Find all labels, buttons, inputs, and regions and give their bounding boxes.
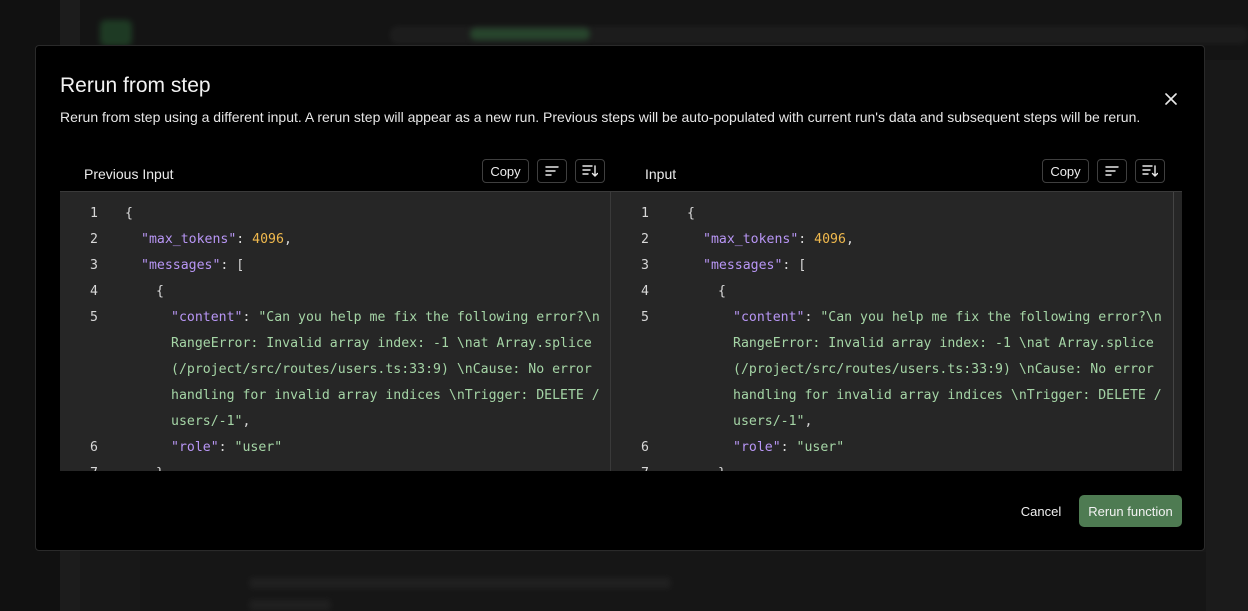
- code-line: 2 "max_tokens": 4096,: [60, 227, 610, 253]
- code-line: 4 {: [60, 279, 610, 305]
- line-number: 2: [90, 232, 98, 247]
- dialog-description: Rerun from step using a different input.…: [60, 109, 1141, 125]
- json-key: "messages": [703, 258, 783, 273]
- line-number: 6: [90, 440, 98, 455]
- input-format-button[interactable]: [1135, 159, 1165, 183]
- line-number: 4: [641, 284, 649, 299]
- json-key: "role": [171, 440, 219, 455]
- input-copy-button[interactable]: Copy: [1042, 159, 1089, 183]
- code-line-wrap: users/-1",: [733, 414, 813, 429]
- close-icon: [1165, 93, 1177, 105]
- line-number: 1: [90, 206, 98, 221]
- code-line: 3 "messages": [: [611, 253, 1182, 279]
- code-line: 2 "max_tokens": 4096,: [611, 227, 1182, 253]
- json-string: users/-1": [733, 414, 805, 429]
- brace: {: [125, 206, 133, 221]
- sort-down-icon: [582, 165, 598, 177]
- json-number: 4096: [814, 232, 846, 247]
- close-button[interactable]: [1160, 88, 1182, 110]
- json-key: "max_tokens": [703, 232, 799, 247]
- json-string: "Can you help me fix the following error…: [820, 310, 1162, 325]
- json-number: 4096: [252, 232, 284, 247]
- line-number: 5: [90, 310, 98, 325]
- code-line-wrap: (/project/src/routes/users.ts:33:9) \nCa…: [611, 357, 1182, 383]
- line-number: 7: [60, 461, 98, 471]
- line-number: 5: [641, 310, 649, 325]
- json-string: handling for invalid array indices \nTri…: [733, 388, 1162, 403]
- json-string: (/project/src/routes/users.ts:33:9) \nCa…: [733, 362, 1154, 377]
- previous-input-title: Previous Input: [84, 166, 174, 182]
- code-line: 5 "content": "Can you help me fix the fo…: [611, 305, 1182, 331]
- line-number: 3: [90, 258, 98, 273]
- line-number: 4: [90, 284, 98, 299]
- previous-wrap-button[interactable]: [537, 159, 567, 183]
- json-key: "max_tokens": [141, 232, 237, 247]
- input-header: Input: [645, 157, 676, 191]
- sort-down-icon: [1142, 165, 1158, 177]
- previous-format-button[interactable]: [575, 159, 605, 183]
- code-line-wrap: handling for invalid array indices \nTri…: [60, 383, 610, 409]
- json-string: RangeError: Invalid array index: -1 \nat…: [171, 336, 592, 351]
- input-editor[interactable]: 1 { 2 "max_tokens": 4096, 3 "messages": …: [611, 191, 1182, 471]
- code-line: 7 }: [60, 461, 610, 471]
- line-number: 7: [611, 461, 649, 471]
- line-number: 3: [641, 258, 649, 273]
- code-line-wrap: handling for invalid array indices \nTri…: [611, 383, 1182, 409]
- dialog-title: Rerun from step: [60, 74, 211, 97]
- json-key: "role": [733, 440, 781, 455]
- previous-input-header: Previous Input: [84, 157, 174, 191]
- code-line: 1 {: [611, 201, 1182, 227]
- json-string: RangeError: Invalid array index: -1 \nat…: [733, 336, 1154, 351]
- line-number: 1: [641, 206, 649, 221]
- code-line: 7 }: [611, 461, 1182, 471]
- json-key: "messages": [141, 258, 221, 273]
- previous-input-editor[interactable]: 1 { 2 "max_tokens": 4096, 3 "messages": …: [60, 191, 611, 471]
- wrap-lines-icon: [545, 166, 559, 176]
- line-number: 6: [641, 440, 649, 455]
- code-line-wrap: RangeError: Invalid array index: -1 \nat…: [60, 331, 610, 357]
- json-string: users/-1": [171, 414, 243, 429]
- json-string: "user": [234, 440, 283, 455]
- code-line-wrap: (/project/src/routes/users.ts:33:9) \nCa…: [60, 357, 610, 383]
- code-line: 5 "content": "Can you help me fix the fo…: [60, 305, 610, 331]
- rerun-from-step-dialog: Rerun from step Rerun from step using a …: [35, 45, 1205, 551]
- code-line: 1 {: [60, 201, 610, 227]
- json-key: "content": [171, 310, 243, 325]
- json-string: "Can you help me fix the following error…: [258, 310, 600, 325]
- rerun-function-button[interactable]: Rerun function: [1079, 495, 1182, 527]
- json-key: "content": [733, 310, 805, 325]
- line-number: 2: [641, 232, 649, 247]
- code-line: 4 {: [611, 279, 1182, 305]
- cancel-button[interactable]: Cancel: [1012, 496, 1070, 526]
- code-line: 6 "role": "user": [611, 435, 1182, 461]
- code-line-wrap: users/-1",: [171, 414, 251, 429]
- previous-copy-button[interactable]: Copy: [482, 159, 529, 183]
- wrap-lines-icon: [1105, 166, 1119, 176]
- code-line: 6 "role": "user": [60, 435, 610, 461]
- code-line: 3 "messages": [: [60, 253, 610, 279]
- json-string: "user": [796, 440, 845, 455]
- json-string: (/project/src/routes/users.ts:33:9) \nCa…: [171, 362, 592, 377]
- input-wrap-button[interactable]: [1097, 159, 1127, 183]
- input-title: Input: [645, 166, 677, 182]
- code-line-wrap: RangeError: Invalid array index: -1 \nat…: [611, 331, 1182, 357]
- json-string: handling for invalid array indices \nTri…: [171, 388, 600, 403]
